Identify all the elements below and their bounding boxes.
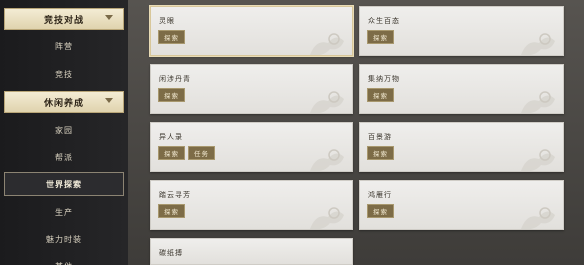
activity-card[interactable]: 异人录 探索 任务 (150, 122, 353, 172)
sidebar-section-leisure[interactable]: 休闲养成 (4, 91, 124, 113)
chevron-down-icon (105, 98, 113, 103)
card-title: 鸿雁行 (368, 191, 392, 199)
ink-cloud-icon (310, 207, 344, 229)
sidebar-item-faction[interactable]: 阵营 (4, 35, 124, 57)
sidebar-section-competitive[interactable]: 竞技对战 (4, 8, 124, 30)
sidebar-item-label: 生产 (55, 207, 73, 217)
sidebar-item-production[interactable]: 生产 (4, 201, 124, 223)
tag-badge: 任务 (188, 146, 215, 160)
sidebar-item-label: 家园 (55, 125, 73, 135)
sidebar-item-label: 阵营 (55, 41, 73, 51)
card-title: 众生百态 (368, 17, 400, 25)
ink-cloud-icon (310, 149, 344, 171)
sidebar-item-arena[interactable]: 竞技 (4, 63, 124, 85)
sidebar: 竞技对战 阵营 竞技 休闲养成 家园 帮派 世界探索 生产 魅力时装 其他 (0, 0, 128, 265)
activity-card[interactable]: 闲涉丹青 探索 (150, 64, 353, 114)
activity-card[interactable]: 碳纸搏 (150, 238, 353, 265)
activity-card[interactable]: 集纳万物 探索 (359, 64, 564, 114)
card-title: 异人录 (159, 133, 183, 141)
sidebar-item-home[interactable]: 家园 (4, 119, 124, 141)
ink-cloud-icon (521, 149, 555, 171)
activity-card[interactable]: 众生百态 探索 (359, 6, 564, 56)
sidebar-item-label: 其他 (55, 261, 73, 265)
tag-badge: 探索 (158, 30, 185, 44)
ink-cloud-icon (310, 33, 344, 55)
tag-badge: 探索 (158, 146, 185, 160)
ink-cloud-icon (521, 33, 555, 55)
chevron-down-icon (105, 15, 113, 20)
sidebar-item-other[interactable]: 其他 (4, 255, 124, 265)
ink-cloud-icon (521, 207, 555, 229)
sidebar-item-fashion[interactable]: 魅力时装 (4, 228, 124, 250)
tag-badge: 探索 (367, 30, 394, 44)
sidebar-item-label: 帮派 (55, 152, 73, 162)
sidebar-section-label: 竞技对战 (43, 15, 84, 26)
card-title: 踏云寻芳 (159, 191, 191, 199)
tag-badge: 探索 (367, 88, 394, 102)
card-title: 灵眼 (159, 17, 175, 25)
activity-card[interactable]: 鸿雁行 探索 (359, 180, 564, 230)
card-title: 集纳万物 (368, 75, 400, 83)
sidebar-item-label: 世界探索 (46, 179, 82, 189)
sidebar-item-label: 竞技 (55, 69, 73, 79)
card-title: 百景游 (368, 133, 392, 141)
tag-badge: 探索 (158, 88, 185, 102)
card-title: 闲涉丹青 (159, 75, 191, 83)
tag-badge: 探索 (367, 204, 394, 218)
card-title: 碳纸搏 (159, 249, 183, 257)
ink-cloud-icon (521, 91, 555, 113)
tag-badge: 探索 (367, 146, 394, 160)
sidebar-section-label: 休闲养成 (43, 98, 84, 109)
sidebar-item-guild[interactable]: 帮派 (4, 146, 124, 168)
sidebar-item-world-explore[interactable]: 世界探索 (4, 172, 124, 196)
ink-cloud-icon (310, 91, 344, 113)
activity-card[interactable]: 踏云寻芳 探索 (150, 180, 353, 230)
tag-badge: 探索 (158, 204, 185, 218)
activity-card[interactable]: 灵眼 探索 (150, 6, 353, 56)
activity-card[interactable]: 百景游 探索 (359, 122, 564, 172)
sidebar-item-label: 魅力时装 (46, 234, 82, 244)
